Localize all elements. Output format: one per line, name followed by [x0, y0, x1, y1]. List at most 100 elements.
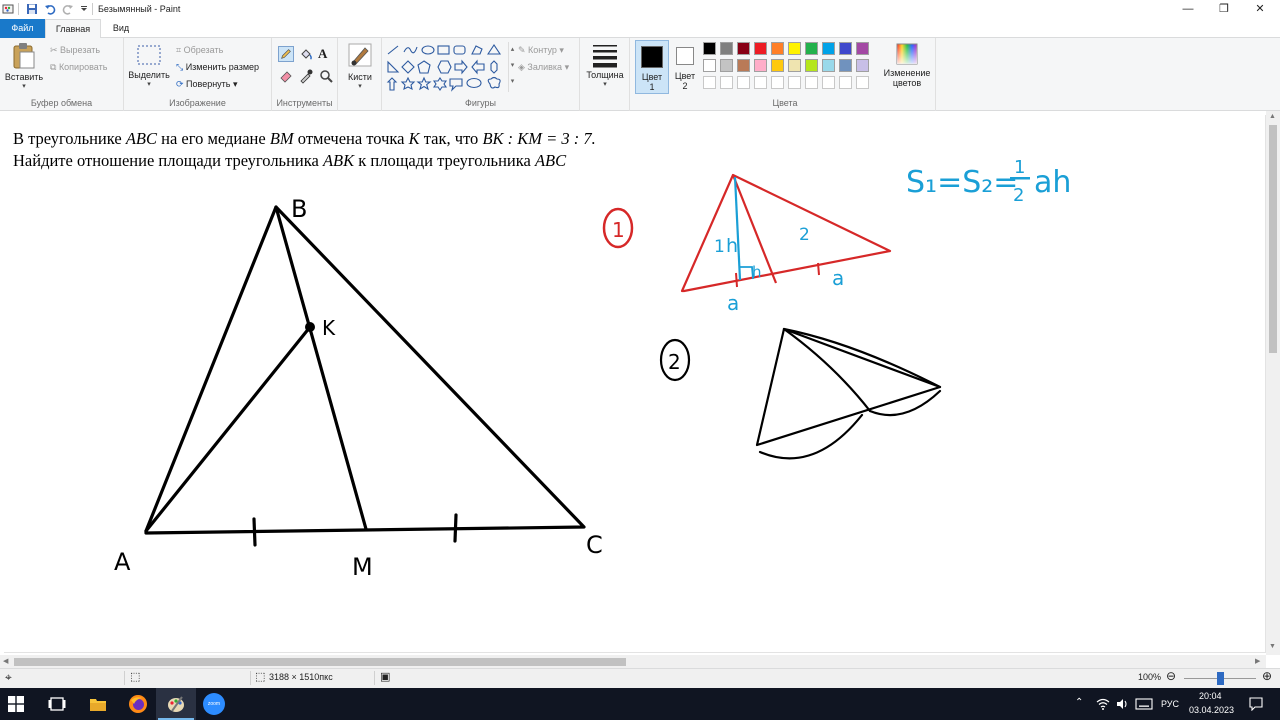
shapes-gallery[interactable] [386, 42, 508, 94]
volume-icon[interactable] [1115, 697, 1129, 711]
custom-color-slot[interactable] [703, 76, 716, 89]
zoom-app-icon[interactable]: zoom [203, 693, 225, 715]
tab-home[interactable]: Главная [45, 19, 101, 39]
palette-swatch[interactable] [839, 42, 852, 55]
tab-view[interactable]: Вид [101, 19, 141, 38]
palette-swatch[interactable] [856, 42, 869, 55]
palette-swatch[interactable] [771, 59, 784, 72]
custom-color-slot[interactable] [822, 76, 835, 89]
file-explorer-icon[interactable] [89, 696, 107, 712]
notifications-icon[interactable] [1249, 697, 1263, 711]
firefox-icon[interactable] [128, 694, 148, 714]
paste-dropdown-icon[interactable]: ▾ [4, 82, 44, 90]
color1-button[interactable]: Цвет 1 [635, 40, 669, 94]
tab-file[interactable]: Файл [0, 19, 45, 38]
brushes-button[interactable]: Кисти ▾ [342, 42, 378, 94]
color2-label-line2: 2 [682, 81, 688, 91]
zoom-out-icon[interactable]: ⊖ [1166, 669, 1176, 683]
palette-swatch[interactable] [856, 59, 869, 72]
title-separator-2 [92, 3, 93, 15]
vertical-scrollbar-thumb[interactable] [1269, 125, 1277, 353]
paint-taskbar-icon [168, 696, 184, 712]
magnifier-icon[interactable] [318, 68, 334, 84]
horizontal-scrollbar-thumb[interactable] [14, 658, 626, 666]
palette-swatch[interactable] [822, 42, 835, 55]
scroll-down-arrow-icon[interactable]: ▼ [1269, 643, 1276, 650]
select-button[interactable]: Выделить ▾ [128, 42, 170, 94]
crop-button[interactable]: ⌗ Обрезать [176, 44, 223, 56]
color2-button[interactable]: Цвет 2 [672, 40, 698, 94]
cut-button[interactable]: ✂ Вырезать [50, 44, 100, 56]
horizontal-scrollbar[interactable]: ◀ ▶ [0, 655, 1266, 668]
palette-swatch[interactable] [737, 42, 750, 55]
close-button[interactable]: ✕ [1242, 0, 1278, 19]
custom-color-slot[interactable] [839, 76, 852, 89]
resize-button[interactable]: ⤡ Изменить размер [176, 61, 259, 73]
size-button[interactable]: Толщина ▾ [584, 42, 626, 94]
rotate-button[interactable]: ⟳ Повернуть ▾ [176, 78, 238, 90]
palette-swatch[interactable] [805, 42, 818, 55]
quick-access-dropdown-icon[interactable] [78, 3, 90, 15]
pencil-icon[interactable] [278, 46, 294, 62]
custom-color-slot[interactable] [754, 76, 767, 89]
copy-button[interactable]: ⧉ Копировать [50, 61, 107, 73]
palette-swatch[interactable] [720, 42, 733, 55]
colors-group-label: Цвета [772, 98, 798, 108]
palette-swatch[interactable] [805, 59, 818, 72]
palette-swatch[interactable] [703, 59, 716, 72]
task-view-icon[interactable] [48, 697, 66, 711]
clock-date[interactable]: 03.04.2023 [1189, 705, 1234, 715]
drawing-canvas[interactable]: В треугольнике ABC на его медиане BM отм… [4, 115, 1266, 653]
triangle-abc [144, 205, 586, 535]
custom-color-slot[interactable] [856, 76, 869, 89]
paint-taskbar-button[interactable] [156, 688, 196, 720]
wifi-icon[interactable] [1096, 698, 1110, 710]
edit-colors-button[interactable]: Изменение цветов [880, 42, 934, 94]
palette-swatch[interactable] [720, 59, 733, 72]
select-icon [137, 45, 161, 65]
custom-color-slot[interactable] [771, 76, 784, 89]
palette-swatch[interactable] [737, 59, 750, 72]
scroll-right-arrow-icon[interactable]: ▶ [1255, 657, 1260, 665]
outline-button[interactable]: ✎ Контур ▾ [518, 44, 564, 56]
custom-color-slot[interactable] [805, 76, 818, 89]
maximize-button[interactable]: ❐ [1206, 0, 1242, 19]
fill-button[interactable]: ◈ Заливка ▾ [518, 61, 569, 73]
shapes-scroll[interactable]: ▴ ▾ ▾ [508, 42, 516, 92]
fill-bucket-icon[interactable] [298, 46, 314, 62]
canvas-area[interactable]: В треугольнике ABC на его медиане BM отм… [0, 111, 1280, 668]
vertical-scrollbar[interactable]: ▲ ▼ [1266, 111, 1280, 655]
input-language[interactable]: РУС [1161, 699, 1179, 709]
keyboard-icon[interactable] [1135, 698, 1153, 710]
palette-swatch[interactable] [771, 42, 784, 55]
zoom-slider-thumb[interactable] [1216, 672, 1224, 685]
undo-icon[interactable] [44, 3, 56, 15]
tray-expand-icon[interactable]: ⌃ [1075, 697, 1083, 708]
palette-swatch[interactable] [822, 59, 835, 72]
custom-color-slot[interactable] [737, 76, 750, 89]
redo-icon[interactable] [62, 3, 74, 15]
save-icon[interactable] [26, 3, 38, 15]
palette-swatch[interactable] [839, 59, 852, 72]
size-dropdown-icon[interactable]: ▾ [584, 80, 626, 88]
palette-swatch[interactable] [754, 42, 767, 55]
custom-color-slot[interactable] [720, 76, 733, 89]
select-dropdown-icon[interactable]: ▾ [128, 80, 170, 88]
area-formula: S₁=S₂= 1 2 ah [906, 157, 1071, 206]
minimize-button[interactable]: — [1170, 0, 1206, 19]
scroll-up-arrow-icon[interactable]: ▲ [1269, 113, 1276, 120]
palette-swatch[interactable] [788, 59, 801, 72]
custom-color-slot[interactable] [788, 76, 801, 89]
color-picker-icon[interactable] [298, 68, 314, 84]
scroll-left-arrow-icon[interactable]: ◀ [3, 657, 8, 665]
palette-swatch[interactable] [703, 42, 716, 55]
eraser-icon[interactable] [278, 68, 294, 84]
zoom-in-icon[interactable]: ⊕ [1262, 669, 1272, 683]
paste-button[interactable]: Вставить ▾ [4, 42, 44, 94]
palette-swatch[interactable] [788, 42, 801, 55]
windows-start-icon[interactable] [8, 696, 24, 712]
brushes-dropdown-icon[interactable]: ▾ [342, 82, 378, 90]
clock-time[interactable]: 20:04 [1199, 691, 1222, 701]
palette-swatch[interactable] [754, 59, 767, 72]
text-tool-icon[interactable]: A [318, 46, 327, 62]
